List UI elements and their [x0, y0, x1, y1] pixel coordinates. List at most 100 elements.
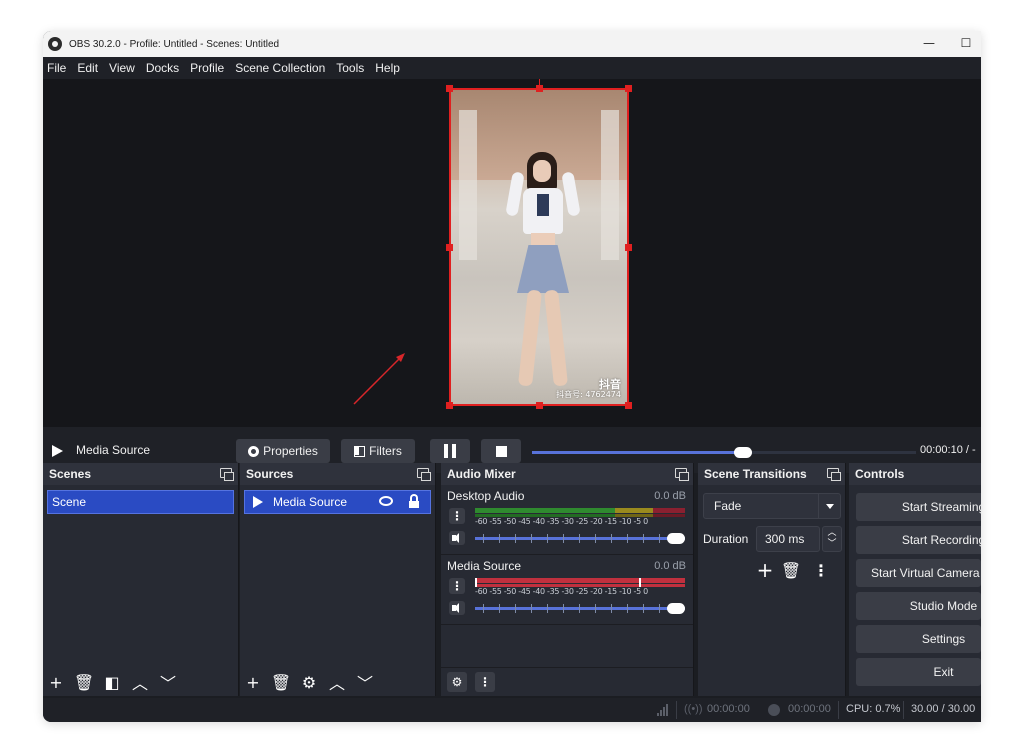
eye-icon[interactable]: [379, 496, 393, 506]
volume-handle[interactable]: [667, 533, 685, 544]
seek-slider[interactable]: [532, 447, 916, 458]
volume-tick: [483, 534, 484, 543]
sources-dock: Sources Media Source + 🗑 ⚙ ︿ ﹀: [240, 463, 436, 696]
plus-icon[interactable]: +: [47, 673, 65, 692]
volume-tick: [643, 604, 644, 613]
undock-icon[interactable]: [827, 468, 841, 481]
properties-button[interactable]: Properties: [236, 439, 330, 463]
source-item[interactable]: Media Source: [244, 490, 431, 514]
plus-icon[interactable]: +: [756, 558, 774, 582]
menu-help[interactable]: Help: [375, 61, 400, 75]
volume-slider[interactable]: [475, 533, 685, 544]
filters-button[interactable]: Filters: [341, 439, 415, 463]
settings-button[interactable]: Settings: [856, 625, 981, 653]
undock-icon[interactable]: [417, 468, 431, 481]
minimize-button[interactable]: —: [909, 31, 949, 57]
menu-scene-collection[interactable]: Scene Collection: [235, 61, 325, 75]
resize-handle[interactable]: [536, 402, 543, 409]
annotation-arrow: [353, 353, 405, 405]
undock-icon[interactable]: [220, 468, 234, 481]
audio-mixer-title: Audio Mixer: [447, 467, 516, 481]
chevron-up-icon[interactable]: ︿: [328, 673, 346, 693]
menu-view[interactable]: View: [109, 61, 135, 75]
volume-slider[interactable]: [475, 603, 685, 614]
trash-icon[interactable]: 🗑: [271, 673, 291, 692]
start-virtual-camera-button[interactable]: Start Virtual Camera: [856, 559, 981, 587]
volume-tick: [643, 534, 644, 543]
plus-icon[interactable]: +: [244, 673, 262, 692]
chevron-up-icon[interactable]: ︿: [131, 673, 149, 693]
scenes-header: Scenes: [43, 463, 238, 485]
chevron-down-icon[interactable]: [818, 494, 840, 518]
resize-handle[interactable]: [536, 85, 543, 92]
transitions-header: Scene Transitions: [698, 463, 845, 485]
mixer-channel-desktop: Desktop Audio 0.0 dB ⋮ -60 -55 -50 -45 -…: [441, 485, 693, 555]
signal-icon: [657, 704, 669, 716]
seek-handle[interactable]: [734, 447, 753, 458]
start-recording-button[interactable]: Start Recording: [856, 526, 981, 554]
channel-name: Desktop Audio: [447, 489, 525, 503]
kebab-icon[interactable]: ⋮: [449, 508, 465, 524]
filters-label: Filters: [369, 444, 402, 458]
rotation-line: [539, 79, 540, 86]
chevron-down-icon[interactable]: ﹀: [356, 673, 374, 693]
sources-toolbar: + 🗑 ⚙ ︿ ﹀: [240, 668, 435, 696]
volume-tick: [595, 534, 596, 543]
undock-icon[interactable]: [675, 468, 689, 481]
speaker-icon[interactable]: [449, 531, 465, 545]
resize-handle[interactable]: [446, 85, 453, 92]
volume-tick: [547, 534, 548, 543]
resize-handle[interactable]: [446, 402, 453, 409]
mixer-channel-media: Media Source 0.0 dB ⋮ -60 -55 -50 -45 -4…: [441, 555, 693, 625]
trash-icon[interactable]: 🗑: [74, 673, 94, 692]
active-source-name: Media Source: [76, 443, 151, 457]
menu-profile[interactable]: Profile: [190, 61, 224, 75]
menu-docks[interactable]: Docks: [146, 61, 179, 75]
menu-file[interactable]: File: [47, 61, 66, 75]
start-streaming-button[interactable]: Start Streaming: [856, 493, 981, 521]
volume-tick: [499, 604, 500, 613]
preview-area[interactable]: 抖音 抖音号: 4762474: [43, 79, 981, 447]
duration-spinner[interactable]: ︿ ﹀: [822, 526, 842, 552]
stop-button[interactable]: [481, 439, 521, 463]
docks-area: Scenes Scene + 🗑 ◧ ︿ ﹀ Sources Media Sou…: [43, 463, 981, 698]
volume-tick: [531, 534, 532, 543]
menu-edit[interactable]: Edit: [77, 61, 98, 75]
media-source-item[interactable]: 抖音 抖音号: 4762474: [449, 88, 629, 406]
menu-tools[interactable]: Tools: [336, 61, 364, 75]
video-figure: [537, 194, 549, 216]
kebab-icon[interactable]: ⋮: [449, 578, 465, 594]
volume-handle[interactable]: [667, 603, 685, 614]
resize-handle[interactable]: [625, 244, 632, 251]
gear-icon[interactable]: ⚙: [300, 673, 318, 692]
controls-dock: Controls Start Streaming Start Recording…: [849, 463, 981, 696]
chevron-down-icon[interactable]: ﹀: [159, 673, 177, 693]
kebab-icon[interactable]: ⋮: [475, 672, 495, 692]
exit-button[interactable]: Exit: [856, 658, 981, 686]
lock-icon[interactable]: [409, 494, 419, 508]
transition-select[interactable]: Fade: [703, 493, 841, 519]
seek-progress: [532, 451, 744, 454]
volume-meter: [475, 508, 685, 517]
properties-label: Properties: [263, 444, 318, 458]
resize-handle[interactable]: [446, 244, 453, 251]
scene-item[interactable]: Scene: [47, 490, 234, 514]
resize-handle[interactable]: [625, 85, 632, 92]
volume-tick: [611, 604, 612, 613]
trash-icon[interactable]: 🗑: [781, 561, 801, 580]
duration-input[interactable]: 300 ms: [756, 526, 820, 552]
video-figure: [544, 289, 568, 387]
kebab-icon[interactable]: ⋮: [812, 561, 830, 580]
volume-tick: [579, 604, 580, 613]
studio-mode-button[interactable]: Studio Mode: [856, 592, 981, 620]
sources-header: Sources: [240, 463, 435, 485]
gear-icon[interactable]: ⚙: [447, 672, 467, 692]
watermark-id: 抖音号: 4762474: [556, 390, 621, 399]
speaker-icon[interactable]: [449, 601, 465, 615]
title-bar: OBS 30.2.0 - Profile: Untitled - Scenes:…: [43, 31, 981, 57]
maximize-button[interactable]: ☐: [951, 31, 981, 57]
resize-handle[interactable]: [625, 402, 632, 409]
pause-button[interactable]: [430, 439, 470, 463]
volume-tick: [659, 534, 660, 543]
filter-icon[interactable]: ◧: [103, 673, 121, 692]
